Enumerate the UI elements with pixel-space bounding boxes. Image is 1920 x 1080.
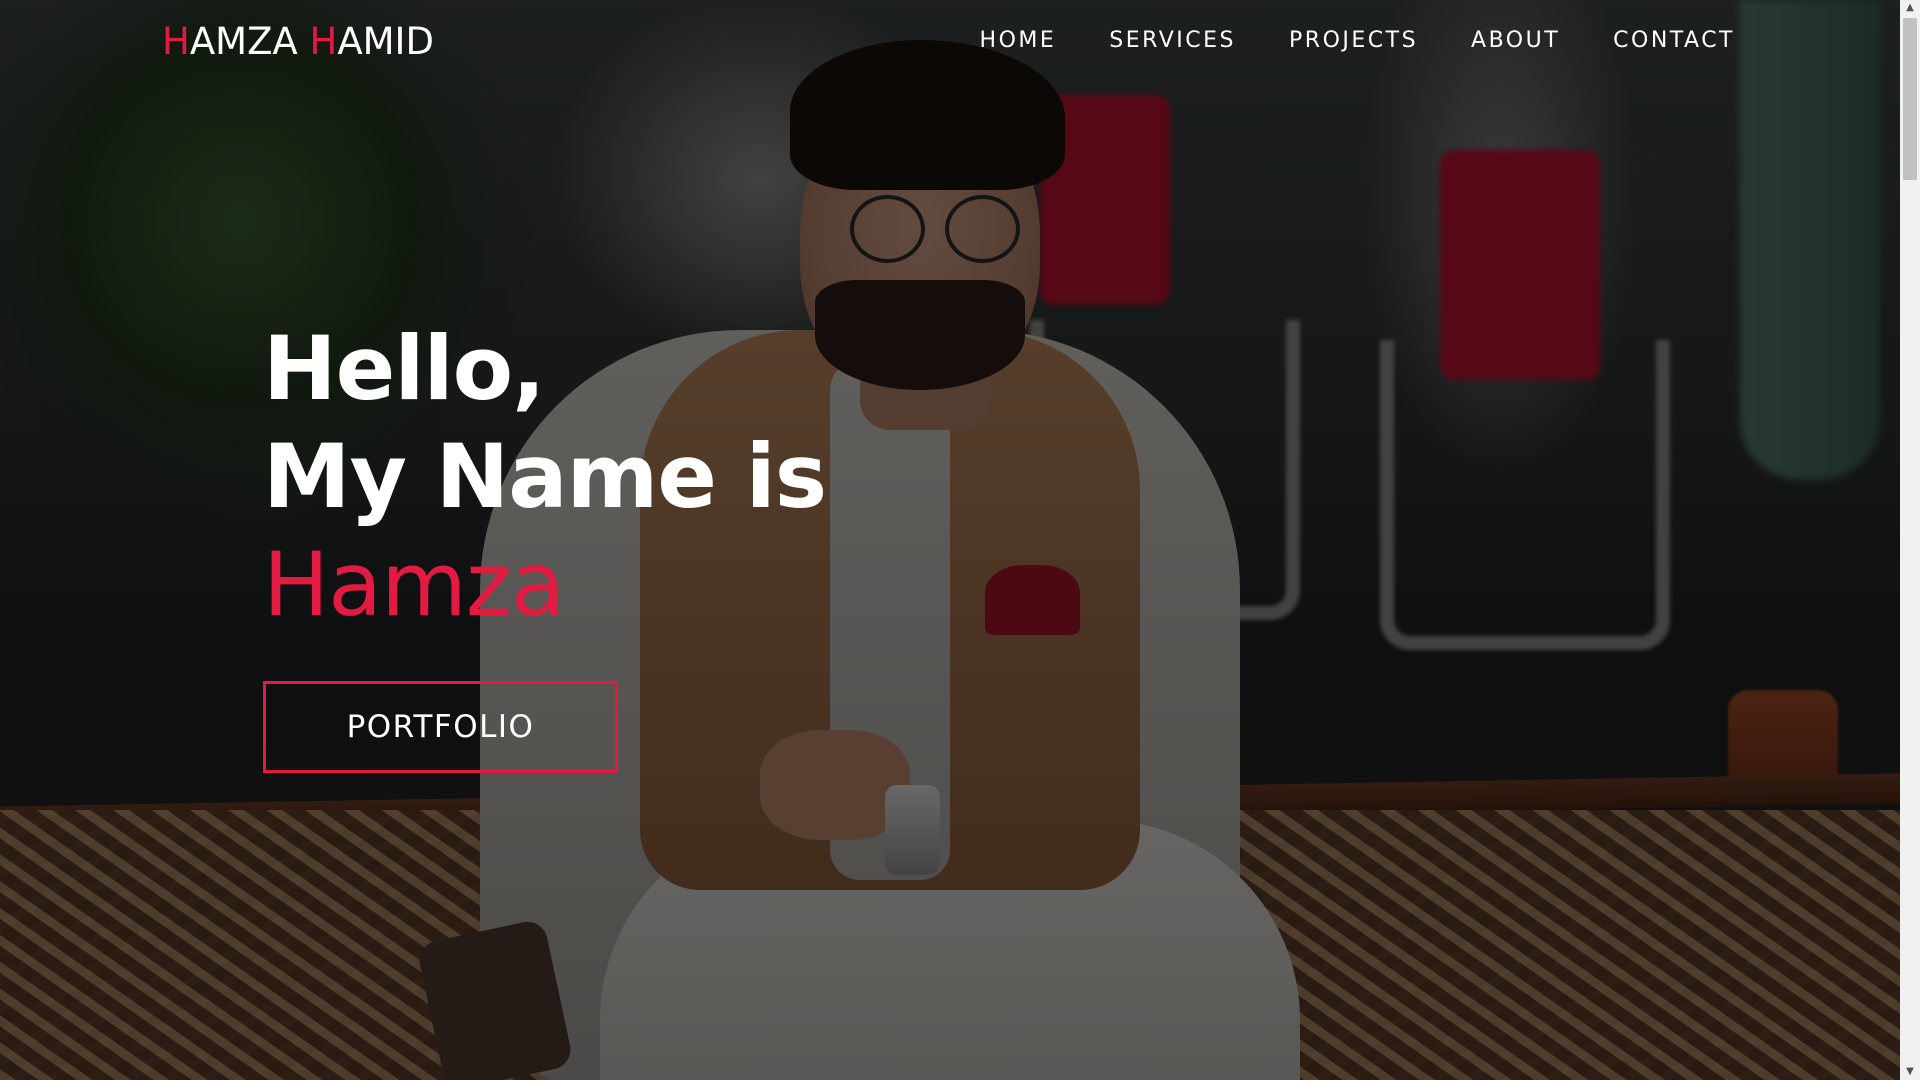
nav-item: PROJECTS <box>1289 28 1418 53</box>
nav-item: HOME <box>980 28 1057 53</box>
hero-section: Hello, My Name is Hamza PORTFOLIO <box>263 315 827 773</box>
top-navbar: HAMZA HAMID HOME SERVICES PROJECTS ABOUT… <box>0 0 1900 86</box>
page-scrollbar[interactable]: ▲ ▼ <box>1900 0 1920 1080</box>
scrollbar-thumb[interactable] <box>1903 18 1917 180</box>
nav-link-contact[interactable]: CONTACT <box>1613 28 1735 53</box>
nav-link-about[interactable]: ABOUT <box>1471 28 1560 53</box>
scroll-up-arrow-icon[interactable]: ▲ <box>1900 0 1920 16</box>
nav-item: SERVICES <box>1109 28 1236 53</box>
portfolio-button[interactable]: PORTFOLIO <box>263 681 618 773</box>
nav-menu: HOME SERVICES PROJECTS ABOUT CONTACT <box>980 28 1735 53</box>
scroll-down-arrow-icon[interactable]: ▼ <box>1900 1064 1920 1080</box>
logo-text: AMZA <box>189 20 310 63</box>
hero-name: Hamza <box>263 533 565 636</box>
nav-item: ABOUT <box>1471 28 1560 53</box>
logo-initial: H <box>162 20 190 63</box>
page: HAMZA HAMID HOME SERVICES PROJECTS ABOUT… <box>0 0 1920 1080</box>
logo-initial: H <box>309 20 338 63</box>
nav-link-services[interactable]: SERVICES <box>1109 28 1236 53</box>
logo-text: AMID <box>337 20 434 63</box>
hero-greeting: Hello, <box>263 317 546 420</box>
nav-item: CONTACT <box>1613 28 1735 53</box>
nav-link-projects[interactable]: PROJECTS <box>1289 28 1418 53</box>
site-logo[interactable]: HAMZA HAMID <box>162 20 434 63</box>
hero-intro: My Name is <box>263 425 827 528</box>
nav-link-home[interactable]: HOME <box>980 28 1057 53</box>
